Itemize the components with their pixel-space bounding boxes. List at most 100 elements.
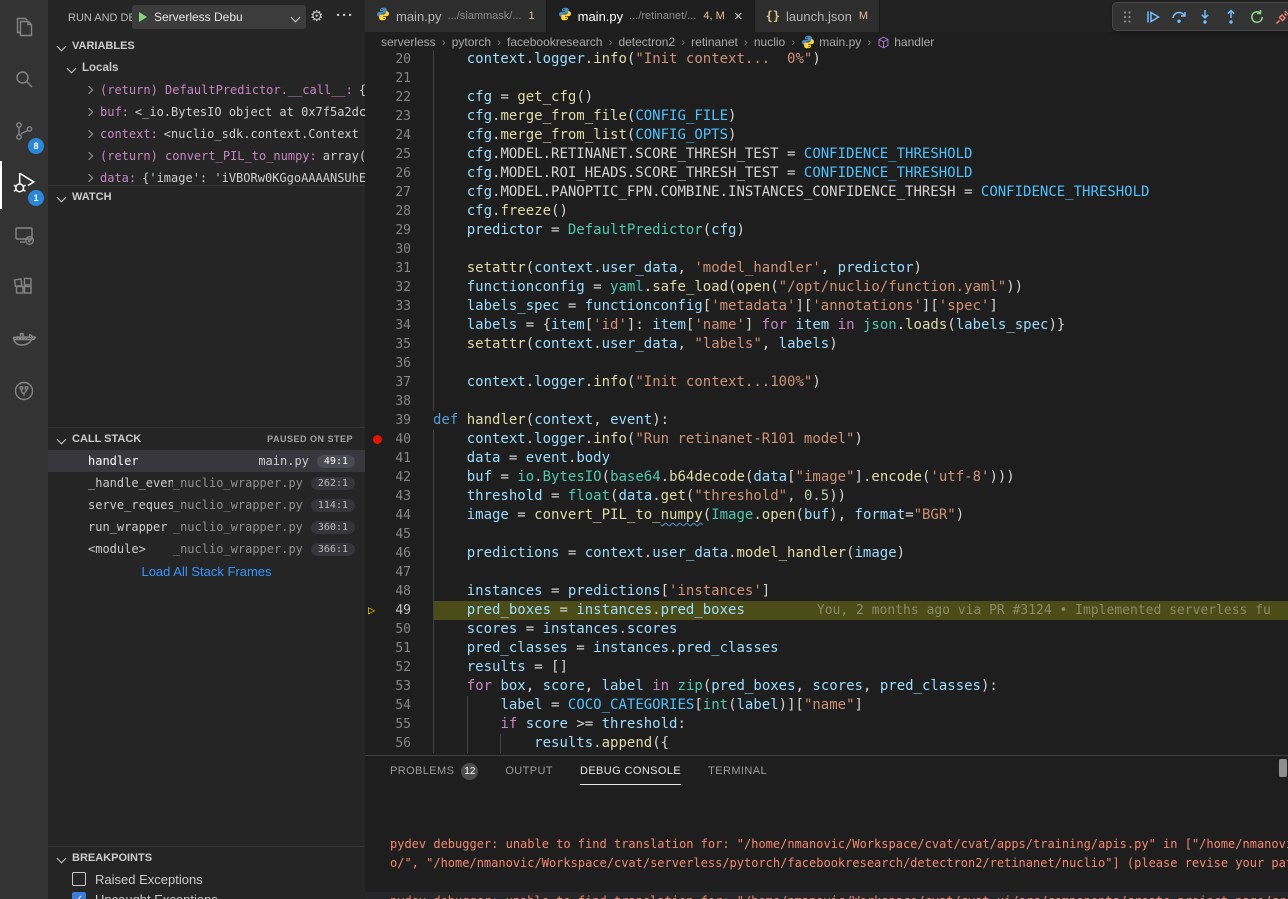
- code-line-43: 43 threshold = float(data.get("threshold…: [365, 487, 1288, 506]
- step-out-button[interactable]: [1222, 8, 1240, 26]
- code-line-45: 45: [365, 525, 1288, 544]
- tab-main.py[interactable]: main.py.../retinanet/...4, M×: [547, 0, 755, 32]
- frame-file: _nuclio_wrapper.py: [173, 498, 303, 512]
- breadcrumb-item-retinanet[interactable]: retinanet: [691, 35, 738, 49]
- panel-tab-debug-console[interactable]: DEBUG CONSOLE: [580, 756, 681, 785]
- breakpoint-row[interactable]: Raised Exceptions: [48, 869, 365, 889]
- indent-guide: [433, 183, 434, 202]
- chevron-right-icon: [85, 108, 93, 116]
- launch-config-label: Serverless Debu: [154, 10, 292, 24]
- breadcrumb-separator: ›: [744, 35, 748, 49]
- activity-run-and-debug[interactable]: 1: [0, 159, 48, 211]
- variable-row[interactable]: buf:<_io.BytesIO object at 0x7f5a2dc1ecc…: [48, 101, 365, 123]
- code-line-32: 32 functionconfig = yaml.safe_load(open(…: [365, 278, 1288, 297]
- call-stack-header[interactable]: CALL STACK PAUSED ON STEP: [48, 427, 365, 450]
- stack-frame-serve_requests[interactable]: serve_requests_nuclio_wrapper.py114:1: [48, 494, 365, 516]
- code-text: cfg.merge_from_file(CONFIG_FILE): [433, 108, 736, 124]
- more-actions-icon[interactable]: ···: [336, 7, 354, 24]
- tab-label: launch.json: [786, 9, 852, 24]
- breadcrumb-item-main.py[interactable]: main.py: [801, 35, 861, 49]
- code-line-34: 34 labels = {item['id']: item['name'] fo…: [365, 316, 1288, 335]
- stack-frame-run_wrapper[interactable]: run_wrapper_nuclio_wrapper.py360:1: [48, 516, 365, 538]
- line-number: 42: [375, 468, 411, 487]
- code-line-27: 27 cfg.MODEL.PANOPTIC_FPN.COMBINE.INSTAN…: [365, 183, 1288, 202]
- indent-guide: [433, 297, 434, 316]
- step-over-button[interactable]: [1170, 8, 1188, 26]
- activity-extensions[interactable]: [0, 263, 48, 315]
- code-text: labels = {item['id']: item['name'] for i…: [433, 317, 1065, 333]
- code-text: cfg = get_cfg(): [433, 89, 593, 105]
- watch-header[interactable]: WATCH: [48, 185, 365, 208]
- code-text: scores = instances.scores: [433, 621, 677, 637]
- close-icon[interactable]: ×: [734, 9, 743, 24]
- variable-row[interactable]: data:{'image': 'iVBORw0KGgoAAAANSUhE…: [48, 167, 365, 185]
- activity-explorer[interactable]: [0, 3, 48, 55]
- breadcrumb: serverless›pytorch›facebookresearch›dete…: [365, 32, 1288, 52]
- variables-list: (return) DefaultPredictor.__call__:{'ins…: [48, 79, 365, 185]
- launch-config-dropdown[interactable]: Serverless Debu: [132, 5, 306, 29]
- variable-row[interactable]: (return) convert_PIL_to_numpy:array([[[ …: [48, 145, 365, 167]
- variable-name: (return) convert_PIL_to_numpy:: [100, 149, 317, 163]
- debug-console: pydev debugger: unable to find translati…: [365, 786, 1288, 899]
- locals-scope[interactable]: Locals: [48, 57, 365, 79]
- drag-grip-icon[interactable]: [1118, 8, 1136, 26]
- gear-icon[interactable]: ⚙: [310, 7, 323, 25]
- stack-frame-_handle_event[interactable]: _handle_event_nuclio_wrapper.py262:1: [48, 472, 365, 494]
- code-text: buf = io.BytesIO(base64.b64decode(data["…: [433, 469, 1015, 485]
- tab-launch.json[interactable]: {}launch.jsonM: [755, 0, 880, 32]
- breakpoints-header[interactable]: BREAKPOINTS: [48, 846, 365, 869]
- code-text: def handler(context, event):: [433, 412, 669, 428]
- code-line-50: 50 scores = instances.scores: [365, 620, 1288, 639]
- chevron-down-icon: [57, 434, 67, 444]
- checkbox[interactable]: ✓: [72, 892, 86, 899]
- activity-search[interactable]: [0, 55, 48, 107]
- line-number: 24: [375, 126, 411, 145]
- breadcrumb-label: main.py: [819, 35, 861, 49]
- variables-header[interactable]: VARIABLES: [48, 35, 365, 57]
- stack-frame-module[interactable]: <module>_nuclio_wrapper.py366:1: [48, 538, 365, 560]
- continue-button[interactable]: [1144, 8, 1162, 26]
- panel-tab-output[interactable]: OUTPUT: [505, 756, 553, 785]
- breadcrumb-item-facebookresearch[interactable]: facebookresearch: [507, 35, 602, 49]
- breadcrumb-item-nuclio[interactable]: nuclio: [754, 35, 785, 49]
- variable-row[interactable]: context:<nuclio_sdk.context.Context obje…: [48, 123, 365, 145]
- extensions-icon: [12, 275, 36, 304]
- code-text: for box, score, label in zip(pred_boxes,…: [433, 678, 998, 694]
- breadcrumb-item-handler[interactable]: handler: [877, 35, 934, 49]
- breadcrumb-label: nuclio: [754, 35, 785, 49]
- breadcrumb-item-serverless[interactable]: serverless: [381, 35, 436, 49]
- line-number: 36: [375, 354, 411, 373]
- code-text: cfg.merge_from_list(CONFIG_OPTS): [433, 127, 736, 143]
- activity-git-graph[interactable]: [0, 367, 48, 419]
- variable-row[interactable]: (return) DefaultPredictor.__call__:{'ins…: [48, 79, 365, 101]
- variable-name: data:: [100, 171, 136, 185]
- code-editor[interactable]: 20 context.logger.info("Init context... …: [365, 50, 1288, 755]
- breakpoint-row[interactable]: ✓Uncaught Exceptions: [48, 889, 365, 899]
- panel-scrollbar[interactable]: [1279, 759, 1287, 777]
- breakpoints-header-label: BREAKPOINTS: [72, 852, 152, 864]
- tab-description: .../retinanet/...: [629, 10, 696, 22]
- activity-source-control[interactable]: 8: [0, 107, 48, 159]
- activity-docker[interactable]: [0, 315, 48, 367]
- breadcrumb-item-pytorch[interactable]: pytorch: [452, 35, 491, 49]
- panel-tab-terminal[interactable]: TERMINAL: [708, 756, 767, 785]
- call-stack-list: handlermain.py49:1_handle_event_nuclio_w…: [48, 450, 365, 560]
- checkbox[interactable]: [72, 872, 86, 886]
- panel-tab-problems[interactable]: PROBLEMS12: [390, 756, 478, 785]
- frame-file: _nuclio_wrapper.py: [173, 520, 303, 534]
- chevron-down-icon: [291, 12, 301, 22]
- code-line-47: 47: [365, 563, 1288, 582]
- stack-frame-handler[interactable]: handlermain.py49:1: [48, 450, 365, 472]
- breadcrumb-item-detectron2[interactable]: detectron2: [618, 35, 675, 49]
- activity-remote-explorer[interactable]: [0, 211, 48, 263]
- frame-position-badge: 360:1: [311, 521, 355, 534]
- tab-main.py[interactable]: main.py.../siammask/...1: [365, 0, 547, 32]
- breadcrumb-label: handler: [894, 35, 934, 49]
- code-line-51: 51 pred_classes = instances.pred_classes: [365, 639, 1288, 658]
- step-into-button[interactable]: [1196, 8, 1214, 26]
- disconnect-button[interactable]: [1274, 8, 1288, 26]
- code-line-28: 28 cfg.freeze(): [365, 202, 1288, 221]
- restart-button[interactable]: [1248, 8, 1266, 26]
- load-all-stack-frames-link[interactable]: Load All Stack Frames: [48, 560, 365, 582]
- code-text: setattr(context.user_data, 'model_handle…: [433, 260, 922, 276]
